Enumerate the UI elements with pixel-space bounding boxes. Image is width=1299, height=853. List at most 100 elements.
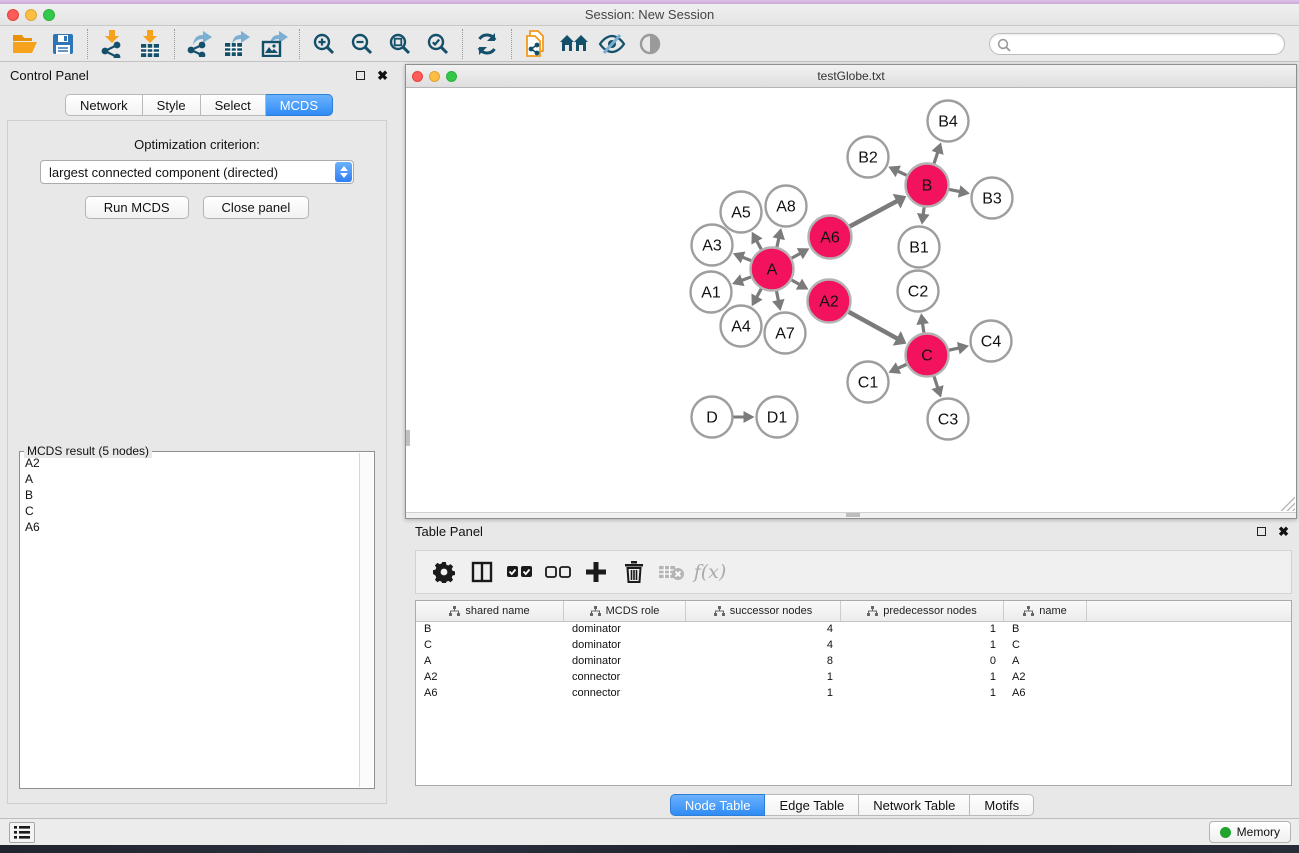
cell-name[interactable]: B [1004,622,1087,638]
table-row[interactable]: Bdominator41B [416,622,1291,638]
table-row[interactable]: Cdominator41C [416,638,1291,654]
cell-name[interactable]: C [1004,638,1087,654]
cell-predecessor-nodes[interactable]: 1 [841,638,1004,654]
cell-shared-name[interactable]: A2 [416,670,564,686]
first-neighbors-icon[interactable] [555,28,593,60]
zoom-out-icon[interactable] [343,28,381,60]
function-builder-icon[interactable]: f(x) [692,554,728,590]
status-bar: Memory [0,818,1299,845]
column-header-successor-nodes[interactable]: successor nodes [686,601,841,621]
cell-successor-nodes[interactable]: 8 [686,654,841,670]
network-hscroll-thumb[interactable] [846,513,860,517]
tab-mcds[interactable]: MCDS [266,94,333,116]
zoom-selected-icon[interactable] [419,28,457,60]
tab-motifs[interactable]: Motifs [970,794,1034,816]
node-label-A8: A8 [776,199,796,216]
tab-node-table[interactable]: Node Table [670,794,766,816]
cell-shared-name[interactable]: A [416,654,564,670]
edge-C-C3[interactable] [934,376,938,389]
cell-successor-nodes[interactable]: 4 [686,622,841,638]
memory-button[interactable]: Memory [1209,821,1291,843]
tab-network-table[interactable]: Network Table [859,794,970,816]
resize-grip-icon[interactable] [1281,497,1295,511]
gear-icon[interactable] [426,554,462,590]
close-panel-icon[interactable]: ✖ [377,71,388,80]
edge-B-B4[interactable] [934,151,938,164]
cell-successor-nodes[interactable]: 1 [686,670,841,686]
cell-predecessor-nodes[interactable]: 1 [841,670,1004,686]
edge-A2-C[interactable] [849,312,899,339]
zoom-fit-icon[interactable] [381,28,419,60]
hide-selection-icon[interactable] [593,28,631,60]
table-row[interactable]: A6connector11A6 [416,686,1291,702]
column-header-MCDS-role[interactable]: MCDS role [564,601,686,621]
table-row[interactable]: Adominator80A [416,654,1291,670]
import-table-icon[interactable] [131,28,169,60]
mcds-result-item[interactable]: A [21,471,359,487]
cell-predecessor-nodes[interactable]: 1 [841,686,1004,702]
save-session-icon[interactable] [44,28,82,60]
show-all-icon[interactable] [631,28,669,60]
network-window-titlebar[interactable]: testGlobe.txt [406,65,1296,88]
deselect-all-icon[interactable] [540,554,576,590]
new-network-from-selection-icon[interactable] [517,28,555,60]
node-label-B4: B4 [938,114,958,131]
close-panel-button[interactable]: Close panel [203,196,310,219]
optimization-criterion-select[interactable]: largest connected component (directed) [40,160,354,184]
cell-predecessor-nodes[interactable]: 1 [841,622,1004,638]
tab-select[interactable]: Select [201,94,266,116]
export-image-icon[interactable] [256,28,294,60]
column-header-name[interactable]: name [1004,601,1087,621]
cell-successor-nodes[interactable]: 1 [686,686,841,702]
delete-icon[interactable] [616,554,652,590]
column-header-shared-name[interactable]: shared name [416,601,564,621]
float-panel-icon[interactable] [356,71,365,80]
delete-table-icon[interactable] [654,554,690,590]
cell-MCDS-role[interactable]: connector [564,670,686,686]
cell-successor-nodes[interactable]: 4 [686,638,841,654]
columns-icon[interactable] [464,554,500,590]
close-panel-icon[interactable]: ✖ [1278,527,1289,536]
optimization-criterion-label: Optimization criterion: [8,137,386,152]
column-header-predecessor-nodes[interactable]: predecessor nodes [841,601,1004,621]
cell-shared-name[interactable]: A6 [416,686,564,702]
open-file-icon[interactable] [6,28,44,60]
cell-predecessor-nodes[interactable]: 0 [841,654,1004,670]
cell-name[interactable]: A2 [1004,670,1087,686]
cell-name[interactable]: A6 [1004,686,1087,702]
mcds-tab-content: Optimization criterion: largest connecte… [7,120,387,804]
add-icon[interactable] [578,554,614,590]
cell-MCDS-role[interactable]: dominator [564,622,686,638]
export-table-icon[interactable] [218,28,256,60]
table-row[interactable]: A2connector11A2 [416,670,1291,686]
network-canvas[interactable]: B4B2BB3A8A5A6A3B1AC2A1A2A4A7C4CC1C3DD1 [406,88,1296,512]
select-all-icon[interactable] [502,554,538,590]
zoom-in-icon[interactable] [305,28,343,60]
mcds-result-list[interactable]: A2ABCA6 [21,455,359,787]
tab-edge-table[interactable]: Edge Table [765,794,859,816]
cell-MCDS-role[interactable]: connector [564,686,686,702]
run-mcds-button[interactable]: Run MCDS [85,196,189,219]
search-field[interactable] [989,33,1285,55]
task-history-button[interactable] [9,822,35,843]
cell-name[interactable]: A [1004,654,1087,670]
mcds-result-item[interactable]: B [21,487,359,503]
tab-network[interactable]: Network [65,94,143,116]
edge-A6-B[interactable] [850,200,899,226]
mcds-result-item[interactable]: A2 [21,455,359,471]
import-network-icon[interactable] [93,28,131,60]
cell-shared-name[interactable]: B [416,622,564,638]
mcds-result-item[interactable]: C [21,503,359,519]
cell-shared-name[interactable]: C [416,638,564,654]
cell-MCDS-role[interactable]: dominator [564,654,686,670]
network-vscroll-thumb[interactable] [406,430,410,446]
tab-style[interactable]: Style [143,94,201,116]
mcds-result-item[interactable]: A6 [21,519,359,535]
export-network-icon[interactable] [180,28,218,60]
network-graph[interactable]: B4B2BB3A8A5A6A3B1AC2A1A2A4A7C4CC1C3DD1 [406,88,1296,512]
cell-MCDS-role[interactable]: dominator [564,638,686,654]
mcds-result-scrollbar[interactable] [359,453,373,787]
search-input[interactable] [1014,35,1276,53]
float-panel-icon[interactable] [1257,527,1266,536]
apply-layout-icon[interactable] [468,28,506,60]
